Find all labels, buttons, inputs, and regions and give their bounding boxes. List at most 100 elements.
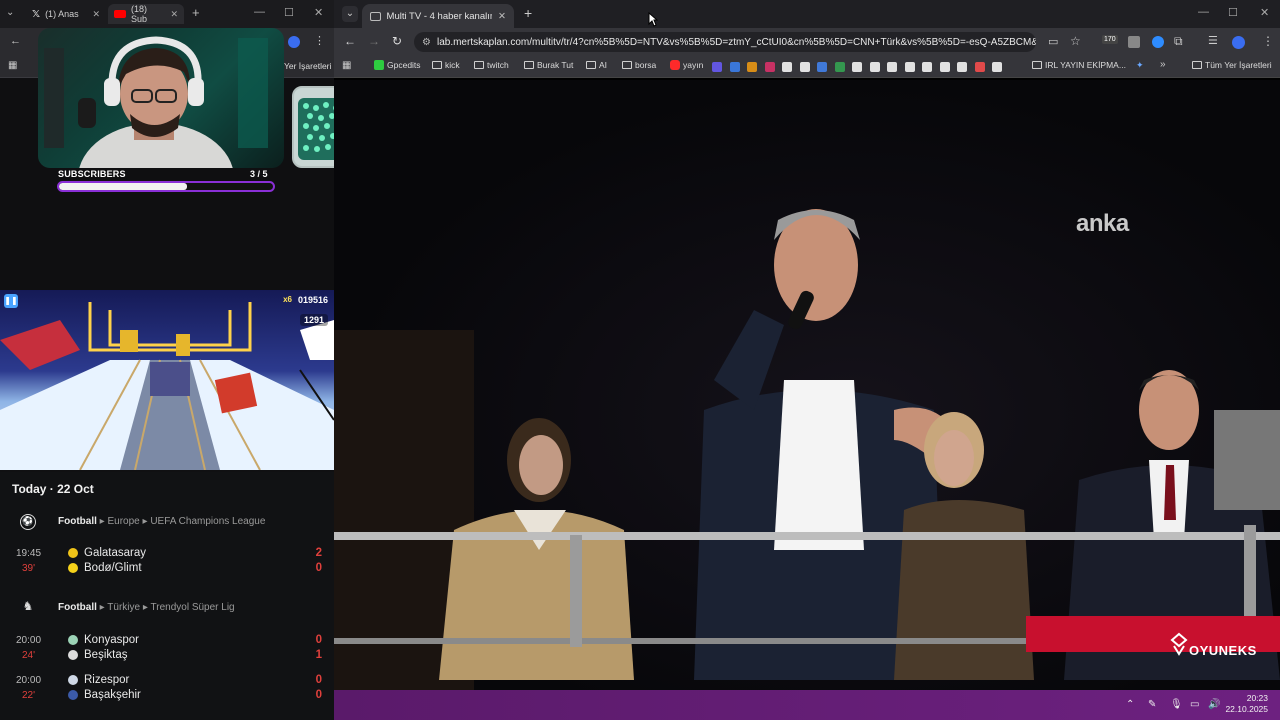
right-tab-strip: ⌄ Multi TV - 4 haber kanalını ✕ + — ☐ ✕ bbox=[334, 0, 1280, 28]
x-icon: 𝕏 bbox=[32, 8, 41, 20]
bookmark-favicon-icon[interactable] bbox=[992, 62, 1002, 72]
team-crest-icon bbox=[68, 690, 78, 700]
folder-icon bbox=[586, 61, 596, 69]
team-name: Bodø/Glimt bbox=[84, 562, 142, 574]
left-tab-x[interactable]: 𝕏 (1) Anas ✕ bbox=[26, 4, 106, 24]
extension-icon[interactable] bbox=[1128, 36, 1140, 48]
tray-overflow-chevron-icon[interactable]: ⌃ bbox=[1126, 699, 1134, 710]
minimize-icon[interactable]: — bbox=[1198, 6, 1209, 18]
new-tab-button[interactable]: + bbox=[524, 5, 532, 21]
all-bookmarks-link[interactable]: Yer İşaretleri bbox=[284, 61, 331, 71]
left-tab-youtube[interactable]: (18) Sub ✕ bbox=[108, 4, 184, 24]
extensions-puzzle-icon[interactable]: ⧉ bbox=[1174, 34, 1183, 49]
more-bookmarks-chevron-icon[interactable]: » bbox=[1160, 59, 1166, 70]
bookmark-label: twitch bbox=[487, 60, 509, 70]
bookmark-favicon-icon[interactable] bbox=[904, 62, 915, 72]
bookmark-gpcedits[interactable]: Gpcedits bbox=[374, 60, 421, 70]
game-scene-graphic bbox=[0, 302, 334, 470]
tab-search-button[interactable]: ⌄ bbox=[6, 7, 14, 18]
team-crest-icon bbox=[68, 650, 78, 660]
url-text: lab.mertskaplan.com/multitv/tr/4?cn%5B%5… bbox=[436, 36, 1036, 48]
extension-badge[interactable]: 170 bbox=[1102, 35, 1118, 44]
bookmark-yayin[interactable]: yayın bbox=[670, 60, 703, 70]
bookmark-folder-burak-tut[interactable]: Burak Tut bbox=[524, 60, 573, 70]
minimize-icon[interactable]: — bbox=[254, 6, 265, 18]
team-name: Beşiktaş bbox=[84, 649, 128, 661]
bookmark-folder-ai[interactable]: AI bbox=[586, 60, 607, 70]
close-icon[interactable]: ✕ bbox=[92, 9, 100, 20]
extension-icon[interactable] bbox=[1152, 36, 1164, 48]
profile-avatar[interactable] bbox=[1232, 36, 1245, 49]
bookmark-folder-irl[interactable]: IRL YAYIN EKİPMA... bbox=[1032, 60, 1126, 70]
away-score: 0 bbox=[315, 689, 322, 701]
close-window-icon[interactable]: ✕ bbox=[1260, 6, 1269, 19]
team-name: Konyaspor bbox=[84, 634, 139, 646]
back-arrow-icon[interactable]: ← bbox=[10, 35, 21, 47]
bookmark-favicon-icon[interactable] bbox=[712, 62, 722, 72]
bookmark-favicon-icon[interactable] bbox=[729, 62, 740, 72]
new-tab-button[interactable]: + bbox=[192, 5, 200, 20]
bookmark-folder-all[interactable]: Tüm Yer İşaretleri bbox=[1192, 60, 1272, 70]
maximize-icon[interactable]: ☐ bbox=[1228, 6, 1238, 19]
reload-icon[interactable]: ↻ bbox=[392, 34, 402, 48]
address-bar[interactable]: ⚙ lab.mertskaplan.com/multitv/tr/4?cn%5B… bbox=[414, 32, 1036, 52]
bookmark-favicon-icon[interactable] bbox=[782, 62, 792, 72]
profile-avatar[interactable] bbox=[288, 36, 300, 48]
tab-list-icon[interactable]: ☰ bbox=[1208, 34, 1218, 47]
bookmark-favicon-icon[interactable] bbox=[764, 62, 775, 72]
home-team: Rizespor bbox=[68, 674, 129, 686]
bookmark-favicon-icon[interactable] bbox=[747, 62, 757, 72]
bookmark-favicon-icon[interactable] bbox=[817, 62, 827, 72]
back-arrow-icon[interactable]: ← bbox=[344, 34, 356, 48]
system-clock[interactable]: 20:23 22.10.2025 bbox=[1225, 693, 1268, 715]
bookmark-folder-twitch[interactable]: twitch bbox=[474, 60, 509, 70]
bookmark-favicon-icon[interactable] bbox=[799, 62, 810, 72]
pen-icon[interactable]: ✎ bbox=[1148, 699, 1156, 710]
match-minute: 22' bbox=[22, 690, 36, 701]
microphone-icon[interactable]: 🎙 bbox=[1170, 699, 1183, 710]
pause-button[interactable]: ❚❚ bbox=[4, 294, 18, 308]
volume-icon[interactable]: 🔊 bbox=[1208, 699, 1220, 710]
close-window-icon[interactable]: ✕ bbox=[314, 6, 323, 19]
match-time: 20:00 bbox=[16, 635, 42, 646]
team-name: Başakşehir bbox=[84, 689, 141, 701]
folder-icon bbox=[1192, 61, 1202, 69]
forward-arrow-icon[interactable]: → bbox=[368, 34, 380, 48]
apps-grid-icon[interactable]: ▦ bbox=[342, 60, 351, 71]
site-info-icon[interactable]: ⚙ bbox=[422, 37, 431, 48]
network-icon[interactable]: ▭ bbox=[1190, 699, 1199, 710]
bookmark-folder-kick[interactable]: kick bbox=[432, 60, 460, 70]
league-header-superlig[interactable]: Football ▸ Türkiye ▸ Trendyol Süper Lig bbox=[58, 602, 235, 613]
gemini-icon[interactable]: ✦ bbox=[1136, 60, 1144, 71]
bookmark-label: borsa bbox=[635, 60, 657, 70]
close-icon[interactable]: ✕ bbox=[498, 11, 506, 22]
close-icon[interactable]: ✕ bbox=[170, 9, 178, 20]
bookmark-favicon-icon[interactable] bbox=[869, 62, 880, 72]
league-header-ucl[interactable]: Football ▸ Europe ▸ UEFA Champions Leagu… bbox=[58, 516, 265, 527]
windows-taskbar: ⌃ ✎ 🎙 ▭ 🔊 20:23 22.10.2025 bbox=[334, 690, 1280, 720]
bookmark-favicon-icon[interactable] bbox=[939, 62, 950, 72]
bookmark-folder-borsa[interactable]: borsa bbox=[622, 60, 656, 70]
active-tab-multitv[interactable]: Multi TV - 4 haber kanalını ✕ bbox=[362, 4, 514, 28]
tab-search-button[interactable]: ⌄ bbox=[342, 6, 358, 22]
scores-date: Today · 22 Oct bbox=[12, 482, 94, 496]
menu-icon[interactable]: ⋮ bbox=[314, 34, 325, 47]
super-lig-logo-icon: ♞ bbox=[22, 599, 34, 613]
menu-icon[interactable]: ⋮ bbox=[1262, 34, 1274, 48]
bookmark-favicon-icon[interactable] bbox=[922, 62, 932, 72]
team-crest-icon bbox=[68, 548, 78, 558]
cast-icon[interactable]: ▭ bbox=[1048, 35, 1058, 48]
home-score: 0 bbox=[315, 634, 322, 646]
bookmark-favicon-icon[interactable] bbox=[852, 62, 862, 72]
apps-grid-icon[interactable]: ▦ bbox=[8, 60, 17, 71]
news-video-player[interactable]: anka OYUNEKS bbox=[334, 80, 1280, 690]
bookmark-favicon-icon[interactable] bbox=[957, 62, 967, 72]
maximize-icon[interactable]: ☐ bbox=[284, 6, 294, 19]
bookmark-favicon-icon[interactable] bbox=[974, 62, 985, 72]
bookmark-star-icon[interactable]: ☆ bbox=[1070, 34, 1081, 48]
tab-label: (18) Sub bbox=[130, 4, 147, 24]
bookmark-favicon-icon[interactable] bbox=[887, 62, 897, 72]
right-browser-window: ⌄ Multi TV - 4 haber kanalını ✕ + — ☐ ✕ … bbox=[334, 0, 1280, 720]
league-country: Türkiye bbox=[107, 602, 141, 613]
bookmark-favicon-icon[interactable] bbox=[834, 62, 845, 72]
